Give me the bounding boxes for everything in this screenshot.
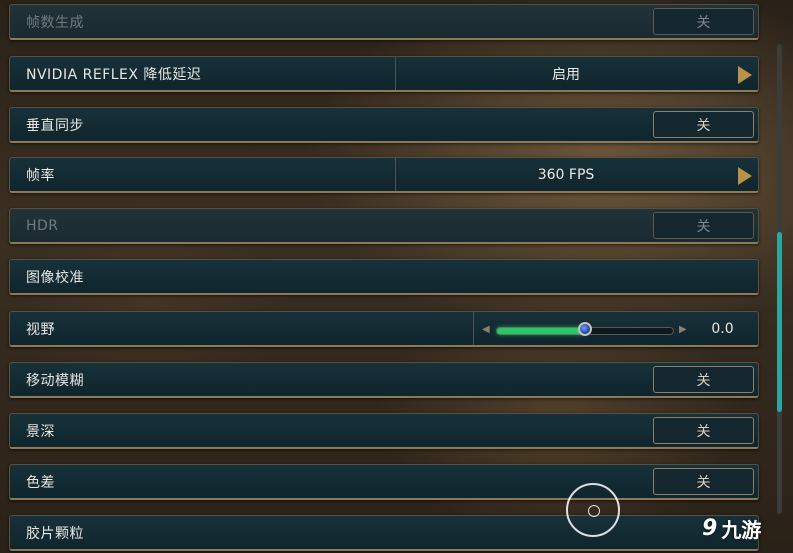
watermark-logo: 9 九游: [702, 514, 761, 543]
nvidia-reflex-value[interactable]: 启用: [396, 57, 736, 90]
setting-label: 图像校准: [26, 269, 84, 286]
setting-label: 帧数生成: [26, 14, 84, 31]
setting-row-nvidia-reflex[interactable]: NVIDIA REFLEX 降低延迟 启用: [9, 56, 759, 92]
setting-label: NVIDIA REFLEX 降低延迟: [26, 66, 202, 83]
setting-label: 帧率: [26, 167, 55, 184]
depth-of-field-toggle[interactable]: 关: [653, 417, 754, 444]
setting-row-frame-generation: 帧数生成 关: [9, 4, 759, 40]
setting-row-vsync[interactable]: 垂直同步 关: [9, 107, 759, 143]
increase-arrow-icon[interactable]: ▶: [679, 324, 687, 335]
motion-blur-toggle[interactable]: 关: [653, 366, 754, 393]
fov-value: 0.0: [711, 320, 734, 337]
scrollbar[interactable]: [777, 44, 782, 514]
vsync-toggle[interactable]: 关: [653, 111, 754, 138]
decrease-arrow-icon[interactable]: ◀: [482, 324, 490, 335]
setting-label: 视野: [26, 321, 55, 338]
setting-row-depth-of-field[interactable]: 景深 关: [9, 413, 759, 449]
setting-row-image-calibration[interactable]: 图像校准: [9, 259, 759, 295]
watermark-logo-icon: 9: [702, 516, 718, 541]
slider-fill: [497, 328, 585, 334]
setting-row-chromatic-aberration[interactable]: 色差 关: [9, 464, 759, 500]
setting-label: 色差: [26, 474, 55, 491]
setting-label: 移动模糊: [26, 372, 84, 389]
frame-rate-value[interactable]: 360 FPS: [396, 158, 736, 191]
setting-row-film-grain[interactable]: 胶片颗粒: [9, 515, 759, 551]
next-arrow-icon[interactable]: [738, 167, 752, 185]
setting-label: 胶片颗粒: [26, 525, 84, 542]
setting-label: HDR: [26, 217, 59, 234]
watermark-text: 九游: [721, 518, 762, 542]
slider-handle[interactable]: [578, 322, 592, 336]
fov-slider[interactable]: [496, 322, 674, 336]
setting-label: 垂直同步: [26, 117, 84, 134]
setting-row-hdr: HDR 关: [9, 208, 759, 244]
setting-row-frame-rate[interactable]: 帧率 360 FPS: [9, 157, 759, 193]
chromatic-aberration-toggle[interactable]: 关: [653, 468, 754, 495]
setting-label: 景深: [26, 423, 55, 440]
next-arrow-icon[interactable]: [738, 66, 752, 84]
frame-generation-toggle: 关: [653, 8, 754, 35]
divider: [473, 312, 474, 345]
scrollbar-thumb[interactable]: [777, 232, 782, 412]
hdr-toggle: 关: [653, 212, 754, 239]
setting-row-motion-blur[interactable]: 移动模糊 关: [9, 362, 759, 398]
cursor-circle-icon: [566, 483, 620, 537]
